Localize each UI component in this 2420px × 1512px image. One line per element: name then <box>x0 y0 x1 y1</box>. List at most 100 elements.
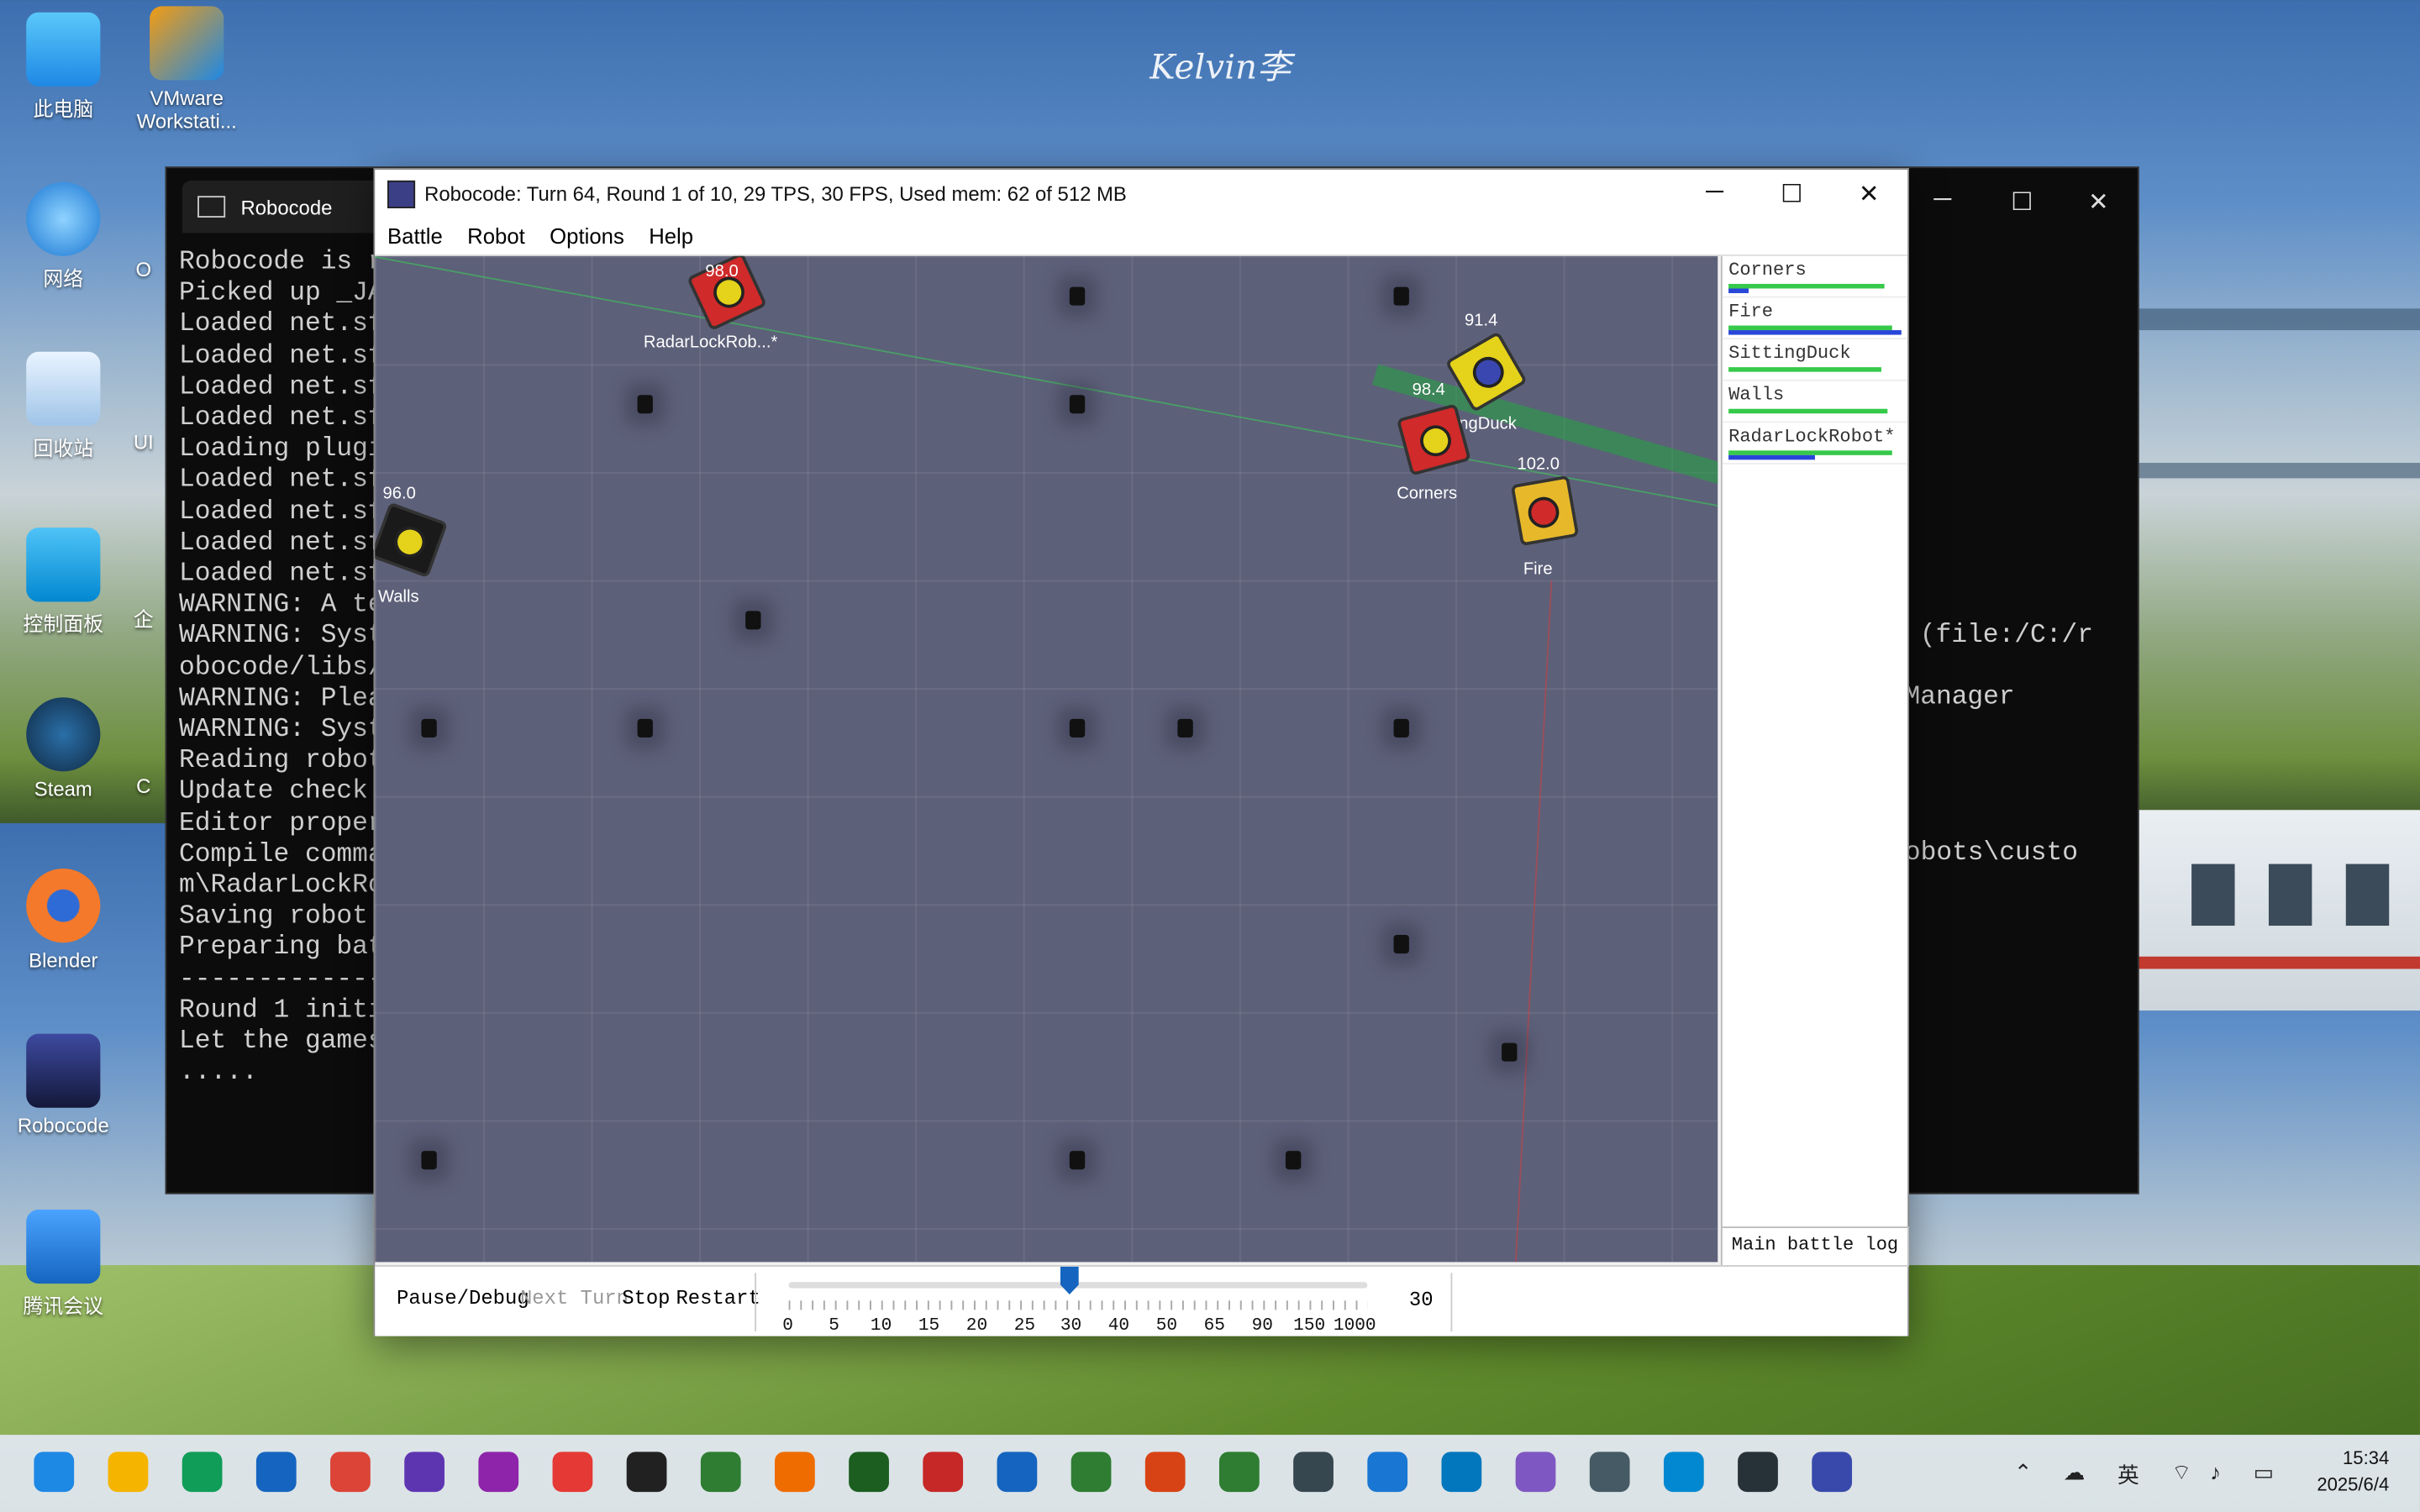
chrome-icon[interactable] <box>330 1452 371 1493</box>
matlab-icon[interactable] <box>775 1452 815 1493</box>
terminal-tab[interactable]: Robocode <box>182 180 391 234</box>
title-bar[interactable]: Robocode: Turn 64, Round 1 of 10, 29 TPS… <box>375 170 1908 218</box>
terminal-icon[interactable] <box>1738 1452 1778 1493</box>
system-clock[interactable]: 15:34 2025/6/4 <box>2317 1446 2389 1498</box>
app-icon[interactable] <box>1293 1452 1334 1493</box>
terminal-line: WARNING: A te <box>179 591 377 621</box>
terminal-line: ..... <box>179 1058 258 1089</box>
crater-mark <box>421 1151 437 1170</box>
pycharm-icon[interactable] <box>1218 1452 1260 1493</box>
menu-robot[interactable]: Robot <box>455 223 537 248</box>
wifi-icon[interactable]: ⌔ <box>2171 1460 2191 1488</box>
desktop-icon-computer[interactable]: 此电脑 <box>9 12 118 122</box>
robot-list-item[interactable]: Fire <box>1722 297 1908 340</box>
start-icon[interactable] <box>34 1452 75 1493</box>
desktop-icon-robocode[interactable]: Robocode <box>9 1033 118 1137</box>
robot-list-item[interactable]: Walls <box>1722 381 1908 423</box>
robot-energy: 91.4 <box>1465 312 1498 331</box>
network-icon <box>26 181 101 256</box>
menu-options[interactable]: Options <box>537 223 636 248</box>
main-battle-log-button[interactable]: Main battle log <box>1720 1226 1909 1267</box>
file-explorer-icon[interactable] <box>108 1452 149 1493</box>
crater-mark <box>1069 286 1086 306</box>
next-turn-button[interactable]: Next Turn <box>520 1287 629 1310</box>
energy-bar <box>1728 367 1881 372</box>
robot-fire[interactable] <box>1510 475 1580 547</box>
minimize-button[interactable]: ─ <box>1933 186 1951 214</box>
desktop-icon-recycle-bin[interactable]: 回收站 <box>9 351 118 461</box>
terminal-line: Loaded net.sf <box>179 466 377 496</box>
qq-icon[interactable] <box>626 1452 667 1493</box>
terminal-line: ------------- <box>179 965 377 995</box>
stop-button[interactable]: Stop <box>622 1287 670 1310</box>
menu-help[interactable]: Help <box>636 223 705 248</box>
crater-mark <box>745 611 761 630</box>
terminal-line: Reading robot <box>179 747 377 777</box>
vscode-icon[interactable] <box>1367 1452 1408 1493</box>
terminal-line: Picked up _JA <box>179 279 377 309</box>
desktop-icon-steam[interactable]: Steam <box>9 697 118 801</box>
powerpoint-icon[interactable] <box>1144 1452 1186 1493</box>
robocode-icon[interactable] <box>1812 1452 1853 1493</box>
slider-tick-label: 40 <box>1107 1315 1130 1336</box>
maximize-button[interactable]: ☐ <box>1753 178 1830 209</box>
desktop-icon-vmware[interactable]: VMware Workstati... <box>133 6 241 133</box>
menu-battle[interactable]: Battle <box>375 223 455 248</box>
divider <box>1450 1273 1453 1332</box>
robot-energy: 98.4 <box>1412 381 1445 400</box>
terminal-line: WARNING: Syst <box>179 716 377 746</box>
crater-mark <box>1502 1042 1518 1062</box>
partial-desktop-label: C <box>136 774 151 798</box>
crater-mark <box>637 718 653 738</box>
app-icon[interactable] <box>1589 1452 1630 1493</box>
pause-debug-button[interactable]: Pause/Debug <box>397 1287 529 1310</box>
onedrive-icon[interactable]: ☁ <box>2064 1460 2086 1486</box>
terminal-line: Update check <box>179 778 368 808</box>
desktop-icon-control-panel[interactable]: 控制面板 <box>9 528 118 637</box>
minimize-button[interactable]: ─ <box>1676 178 1754 209</box>
netease-music-icon[interactable] <box>552 1452 593 1493</box>
app-icon[interactable] <box>1441 1452 1482 1493</box>
robocode-window[interactable]: Robocode: Turn 64, Round 1 of 10, 29 TPS… <box>373 168 1909 1336</box>
tps-slider-thumb[interactable] <box>1060 1266 1079 1294</box>
app-icon[interactable] <box>1663 1452 1704 1493</box>
edge-icon[interactable] <box>182 1452 223 1493</box>
score-bar <box>1728 288 1749 293</box>
robot-list-item[interactable]: SittingDuck <box>1722 339 1908 381</box>
slider-ticks <box>788 1300 1368 1310</box>
terminal-output: Robocode is r Picked up _JA Loaded net.sf L… <box>179 249 376 1090</box>
desktop-icon-tencent-meeting[interactable]: 腾讯会议 <box>9 1209 118 1319</box>
terminal-text-fragment: Manager <box>1904 683 2015 713</box>
ime-indicator[interactable]: 英 <box>2118 1460 2139 1491</box>
edge-ai-icon[interactable] <box>255 1452 297 1493</box>
robot-list-item[interactable]: Corners <box>1722 256 1908 298</box>
desktop-icon-blender[interactable]: Blender <box>9 869 118 972</box>
terminal-line: Preparing bat <box>179 934 377 963</box>
pycharm-icon[interactable] <box>849 1452 889 1493</box>
terminal-line: m\RadarLockRo <box>179 871 377 901</box>
desktop-icon-network[interactable]: 网络 <box>9 181 118 291</box>
restart-button[interactable]: Restart <box>676 1287 760 1310</box>
volume-muted-icon[interactable]: ♪ <box>2210 1460 2221 1484</box>
terminal-line: Loaded net.sf <box>179 404 377 434</box>
close-button[interactable]: ✕ <box>2088 186 2109 218</box>
excel-icon[interactable] <box>1071 1452 1112 1493</box>
wechat-icon[interactable] <box>700 1452 741 1493</box>
crater-mark <box>637 395 653 414</box>
app-icon[interactable] <box>1515 1452 1556 1493</box>
app-icon[interactable] <box>478 1452 519 1493</box>
chevron-up-icon[interactable]: ⌃ <box>2014 1460 2033 1486</box>
close-button[interactable]: ✕ <box>1830 178 1907 209</box>
terminal-text-fragment: (file:/C:/r <box>1919 622 2093 652</box>
control-panel-icon <box>26 528 101 602</box>
terminal-line: Loaded net.sf <box>179 373 377 403</box>
battlefield[interactable]: 98.0 RadarLockRob...* 91.4 SittingDuck 9… <box>375 255 1718 1263</box>
maximize-button[interactable]: ☐ <box>2011 186 2033 218</box>
robot-list-item[interactable]: RadarLockRobot* <box>1722 423 1908 465</box>
robot-walls[interactable] <box>375 501 449 579</box>
word-icon[interactable] <box>997 1452 1038 1493</box>
battery-icon[interactable]: ▭ <box>2254 1460 2274 1486</box>
clock-time: 15:34 <box>2343 1446 2390 1469</box>
app-icon[interactable] <box>404 1452 445 1493</box>
intellij-icon[interactable] <box>923 1452 964 1493</box>
